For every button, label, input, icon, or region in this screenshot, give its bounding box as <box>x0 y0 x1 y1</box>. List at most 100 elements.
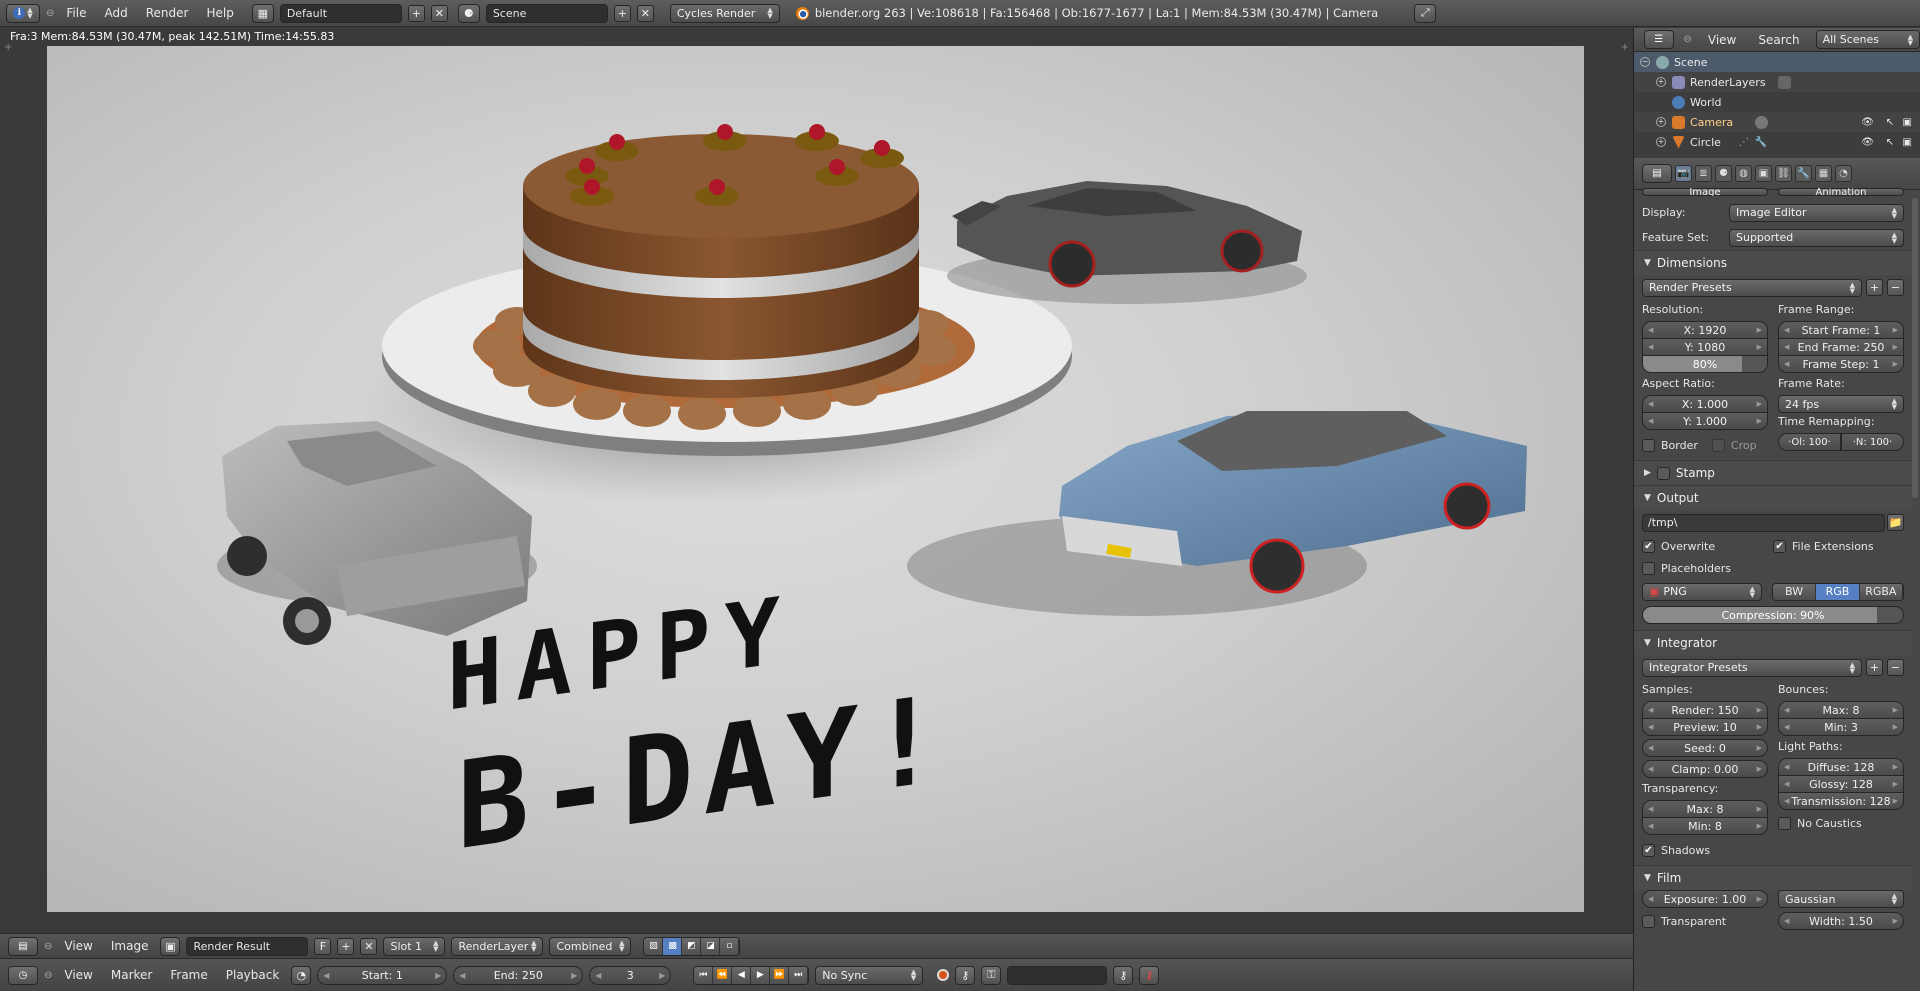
next-keyframe-icon[interactable]: ⏩ <box>770 966 790 984</box>
pass-dropdown[interactable]: Combined ▲ ▼ <box>549 936 632 956</box>
outliner-item-renderlayers[interactable]: + RenderLayers <box>1634 72 1920 92</box>
menu-render[interactable]: Render <box>140 6 195 20</box>
unlink-image-button[interactable]: ✕ <box>360 937 378 955</box>
add-screen-button[interactable]: + <box>407 4 425 22</box>
screen-layout-field[interactable]: Default <box>279 3 402 23</box>
menu-add[interactable]: Add <box>98 6 133 20</box>
increment-icon[interactable]: ▶ <box>1757 706 1762 714</box>
color-alpha-icon[interactable]: ▨ <box>644 937 664 955</box>
insert-key-icon[interactable]: ⚷ <box>1113 965 1134 985</box>
fake-user-button[interactable]: F <box>314 937 332 955</box>
frame-rate-dropdown[interactable]: 24 fps ▲ ▼ <box>1778 395 1904 413</box>
aspect-x-field[interactable]: ◀ X: 1.000 ▶ <box>1642 395 1768 413</box>
alpha-icon[interactable]: ◩ <box>682 937 702 955</box>
menu-view[interactable]: View <box>58 939 98 953</box>
increment-icon[interactable]: ▶ <box>1893 763 1898 771</box>
visibility-eye-icon[interactable]: 👁 <box>1861 137 1874 148</box>
integrator-panel-header[interactable]: ▼ Integrator <box>1634 630 1912 655</box>
color-mode-rgb[interactable]: RGB <box>1816 583 1860 600</box>
increment-icon[interactable]: ▶ <box>1757 805 1762 813</box>
dimensions-panel-header[interactable]: ▼ Dimensions <box>1634 250 1912 275</box>
menu-file[interactable]: File <box>60 6 92 20</box>
world-tab-icon[interactable]: ◍ <box>1735 165 1752 182</box>
scene-field[interactable]: Scene <box>485 3 608 23</box>
menu-help[interactable]: Help <box>200 6 239 20</box>
editor-type-button[interactable]: i ▲ ▼ <box>6 3 40 23</box>
render-animation-button[interactable]: Animation <box>1778 188 1904 196</box>
resolution-y-field[interactable]: ◀ Y: 1080 ▶ <box>1642 338 1768 356</box>
resolution-x-field[interactable]: ◀ X: 1920 ▶ <box>1642 321 1768 339</box>
screen-layout-icon[interactable]: ▦ <box>251 3 274 23</box>
scene-icon[interactable]: ⚈ <box>457 3 480 23</box>
delete-key-icon[interactable]: ⚷ <box>1139 965 1160 985</box>
output-path-field[interactable]: /tmp\ <box>1642 513 1885 532</box>
film-panel-header[interactable]: ▼ Film <box>1634 865 1912 890</box>
collapse-icon[interactable]: − <box>1640 57 1650 67</box>
scene-tab-icon[interactable]: ⚈ <box>1715 165 1732 182</box>
decrement-icon[interactable]: ◀ <box>323 971 329 980</box>
compression-slider[interactable]: Compression: 90% <box>1642 606 1904 624</box>
expand-icon[interactable]: + <box>1656 137 1666 147</box>
expand-icon[interactable]: + <box>1656 117 1666 127</box>
timeline-type-button[interactable]: ◷ <box>8 965 38 985</box>
filter-type-dropdown[interactable]: Gaussian ▲ ▼ <box>1778 890 1904 908</box>
image-browse-icon[interactable]: ▣ <box>160 936 181 956</box>
delete-scene-button[interactable]: ✕ <box>636 4 654 22</box>
transparent-checkbox[interactable] <box>1642 914 1655 928</box>
constraints-tab-icon[interactable]: ⛓ <box>1775 165 1792 182</box>
add-preset-button[interactable]: + <box>1866 279 1883 296</box>
feature-set-dropdown[interactable]: Supported ▲ ▼ <box>1729 228 1904 247</box>
properties-type-button[interactable]: ▤ <box>1642 164 1672 183</box>
render-tab-icon[interactable]: 📷 <box>1675 165 1692 182</box>
preview-samples-field[interactable]: ◀ Preview: 10 ▶ <box>1642 718 1768 736</box>
stamp-checkbox[interactable] <box>1656 466 1670 480</box>
increment-icon[interactable]: ▶ <box>1757 723 1762 731</box>
select-arrow-icon[interactable]: ↖ <box>1886 117 1894 128</box>
slot-dropdown[interactable]: Slot 1 ▲ ▼ <box>383 936 446 956</box>
render-presets-dropdown[interactable]: Render Presets ▲ ▼ <box>1642 278 1862 297</box>
render-engine-dropdown[interactable]: Cycles Render ▲ ▼ <box>669 3 780 23</box>
render-layer-dropdown[interactable]: RenderLayer ▲ ▼ <box>451 936 544 956</box>
color-mode-bw[interactable]: BW <box>1773 583 1817 600</box>
frame-step-field[interactable]: ◀ Frame Step: 1 ▶ <box>1778 355 1904 373</box>
properties-scrollbar[interactable] <box>1912 198 1918 498</box>
render-camera-icon[interactable]: ▣ <box>1903 137 1912 148</box>
outliner-filter-dropdown[interactable]: All Scenes ▲ ▼ <box>1815 30 1920 49</box>
integrator-presets-dropdown[interactable]: Integrator Presets ▲ ▼ <box>1642 658 1862 677</box>
increment-icon[interactable]: ▶ <box>1893 797 1898 805</box>
render-layers-tab-icon[interactable]: ≣ <box>1695 165 1712 182</box>
record-icon[interactable] <box>937 969 950 981</box>
render-image-button[interactable]: Image <box>1642 188 1768 196</box>
menu-frame[interactable]: Frame <box>164 968 213 982</box>
start-frame-field[interactable]: ◀ Start: 1 ▶ <box>317 965 448 985</box>
shadows-checkbox[interactable]: ✔ <box>1642 843 1655 857</box>
increment-icon[interactable]: ▶ <box>571 971 577 980</box>
menu-search[interactable]: Search <box>1752 33 1805 47</box>
jump-end-icon[interactable]: ⏭ <box>789 966 809 984</box>
border-checkbox[interactable] <box>1642 438 1655 452</box>
remove-preset-button[interactable]: − <box>1887 279 1904 296</box>
select-arrow-icon[interactable]: ↖ <box>1886 137 1894 148</box>
current-frame-field[interactable]: ◀ 3 ▶ <box>589 965 672 985</box>
increment-icon[interactable]: ▶ <box>1893 360 1898 368</box>
resolution-percentage-slider[interactable]: 80% <box>1642 355 1768 373</box>
transparency-max-field[interactable]: ◀ Max: 8 ▶ <box>1642 800 1768 818</box>
increment-icon[interactable]: ▶ <box>1757 417 1762 425</box>
image-name-field[interactable]: Render Result <box>186 936 309 956</box>
visibility-eye-icon[interactable]: 👁 <box>1861 117 1874 128</box>
zbuffer-icon[interactable]: ◪ <box>701 937 721 955</box>
collapse-menu-icon[interactable]: ⊖ <box>46 8 54 19</box>
max-bounces-field[interactable]: ◀ Max: 8 ▶ <box>1778 701 1904 719</box>
increment-icon[interactable]: ▶ <box>1757 744 1762 752</box>
increment-icon[interactable]: ▶ <box>435 971 441 980</box>
increment-icon[interactable]: ▶ <box>1893 326 1898 334</box>
expand-icon[interactable]: + <box>1656 77 1666 87</box>
add-integrator-preset-button[interactable]: + <box>1866 659 1883 676</box>
file-format-dropdown[interactable]: ▣ PNG ▲ ▼ <box>1642 582 1762 601</box>
increment-icon[interactable]: ▶ <box>1893 780 1898 788</box>
decrement-icon[interactable]: ◀ <box>459 971 465 980</box>
color-mode-rgba[interactable]: RGBA <box>1859 583 1903 600</box>
glossy-field[interactable]: ◀ Glossy: 128 ▶ <box>1778 775 1904 793</box>
add-scene-button[interactable]: + <box>613 4 631 22</box>
increment-icon[interactable]: ▶ <box>1757 400 1762 408</box>
